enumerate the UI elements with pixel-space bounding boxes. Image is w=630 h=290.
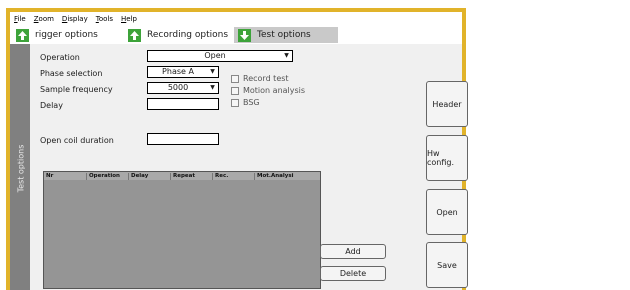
tab-label: Test options [257,30,311,40]
operation-value: Open [204,51,226,60]
tab-trigger-options[interactable]: rigger options [16,27,120,43]
tab-bar: rigger options Recording options Test op… [10,26,462,44]
save-button[interactable]: Save [426,242,468,288]
sample-frequency-select[interactable]: 5000 ▼ [147,82,219,94]
open-coil-duration-input[interactable] [147,133,219,145]
table-header: Nr Operation Delay Repeat Rec. Mot.Analy… [44,172,320,180]
arrow-down-icon [238,28,251,42]
open-button[interactable]: Open [426,189,468,235]
checkbox-box [231,74,239,83]
phase-selection-select[interactable]: Phase A ▼ [147,66,219,78]
operations-table[interactable]: Nr Operation Delay Repeat Rec. Mot.Analy… [43,171,321,289]
column-header-rec[interactable]: Rec. [212,173,254,180]
delay-input[interactable] [147,98,219,110]
column-header-nr[interactable]: Nr [44,173,86,180]
arrow-up-icon [16,28,29,42]
column-header-operation[interactable]: Operation [86,173,128,180]
add-button[interactable]: Add [320,244,386,259]
menu-help[interactable]: Help [121,15,137,23]
header-button[interactable]: Header [426,81,468,127]
chevron-down-icon: ▼ [284,52,289,59]
phase-selection-label: Phase selection [40,69,103,78]
delete-button[interactable]: Delete [320,266,386,281]
operation-select[interactable]: Open ▼ [147,50,293,62]
side-tab-label: Test options [16,144,26,193]
side-tab-test-options[interactable]: Test options [10,44,30,290]
test-options-panel: Test options Operation Open ▼ Phase sele… [10,44,468,290]
menu-tools[interactable]: Tools [96,15,113,23]
record-test-checkbox[interactable]: Record test [231,74,289,83]
tab-label: rigger options [35,30,98,40]
bsg-checkbox[interactable]: BSG [231,98,260,107]
checkbox-box [231,86,239,95]
motion-analysis-label: Motion analysis [243,86,306,95]
column-header-delay[interactable]: Delay [128,173,170,180]
tab-recording-options[interactable]: Recording options [128,27,232,43]
operation-label: Operation [40,53,80,62]
delay-label: Delay [40,101,63,110]
menu-display[interactable]: Display [62,15,88,23]
tab-test-options[interactable]: Test options [234,27,338,43]
bsg-label: BSG [243,98,260,107]
menu-file[interactable]: File [14,15,26,23]
chevron-down-icon: ▼ [210,68,215,75]
menu-zoom[interactable]: Zoom [34,15,54,23]
chevron-down-icon: ▼ [210,84,215,91]
column-header-mot-analysis[interactable]: Mot.Analysi [254,173,320,180]
column-header-repeat[interactable]: Repeat [170,173,212,180]
tab-label: Recording options [147,30,229,40]
record-test-label: Record test [243,74,289,83]
checkbox-box [231,98,239,107]
menu-bar: File Zoom Display Tools Help [10,12,462,26]
sample-frequency-label: Sample frequency [40,85,113,94]
hw-config-button[interactable]: Hw config. [426,135,468,181]
phase-selection-value: Phase A [162,67,194,76]
open-coil-duration-label: Open coil duration [40,136,114,145]
motion-analysis-checkbox[interactable]: Motion analysis [231,86,305,95]
arrow-up-icon [128,28,141,42]
sample-frequency-value: 5000 [167,83,189,92]
